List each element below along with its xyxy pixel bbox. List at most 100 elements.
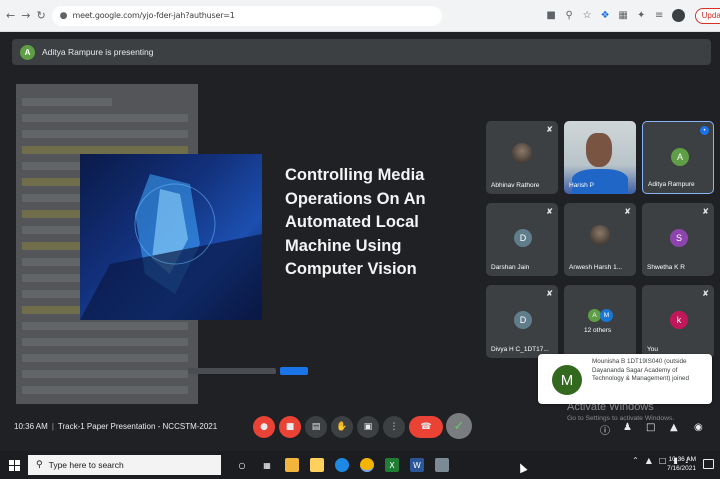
participant-name: Divya H C_1DT17...	[491, 346, 549, 353]
mic-off-icon: ✘	[624, 207, 631, 216]
chrome-icon[interactable]	[360, 458, 374, 472]
participant-tile[interactable]: k ✘ You	[642, 285, 714, 358]
puzzle-icon[interactable]: ✦	[636, 10, 647, 21]
activities-icon[interactable]: ▲	[670, 422, 678, 433]
slide-image	[80, 154, 262, 320]
stop-sharing-button	[280, 367, 308, 375]
participant-tile[interactable]: A M 12 others	[564, 285, 636, 358]
panel-row	[22, 354, 188, 362]
mic-off-icon: ✘	[702, 207, 709, 216]
address-bar[interactable]: ● meet.google.com/yjo-fder-jah?authuser=…	[51, 5, 442, 26]
notification-center-icon[interactable]	[703, 459, 714, 469]
mic-off-icon: ✘	[546, 207, 553, 216]
participant-name: Harish P	[569, 182, 594, 189]
people-icon[interactable]: ♟	[623, 422, 632, 433]
participant-video	[586, 133, 612, 167]
participant-tile[interactable]: Harish P	[564, 121, 636, 194]
avatar: k	[670, 311, 688, 329]
excel-icon[interactable]: X	[385, 458, 399, 472]
update-button[interactable]: Update	[694, 7, 720, 24]
robot-hand-illustration	[80, 174, 262, 320]
store-icon[interactable]	[285, 458, 299, 472]
mic-off-icon: ✘	[702, 289, 709, 298]
meeting-title: Track-1 Paper Presentation - NCCSTM-2021	[57, 422, 218, 431]
participant-name: Anwesh Harsh 1...	[569, 264, 623, 271]
panel-row	[22, 370, 188, 378]
participant-name: Darshan Jain	[491, 264, 530, 271]
participant-tile[interactable]: D ✘ Divya H C_1DT17...	[486, 285, 558, 358]
avatar: D	[514, 229, 532, 247]
participant-name: You	[647, 346, 658, 353]
browser-toolbar: ← → ↻ ● meet.google.com/yjo-fder-jah?aut…	[0, 0, 720, 32]
update-label: Update	[701, 11, 720, 20]
avatar: S	[670, 229, 688, 247]
participant-tile[interactable]: D ✘ Darshan Jain	[486, 203, 558, 276]
end-call-button[interactable]: ☎	[409, 416, 443, 438]
avatar: M	[552, 365, 582, 395]
mic-off-icon: ✘	[546, 125, 553, 134]
extension-icon[interactable]: ❖	[600, 10, 611, 21]
camera-off-icon[interactable]: ■	[279, 416, 301, 438]
participant-tile[interactable]: A • Aditya Rampure	[642, 121, 714, 194]
zoom-icon[interactable]: ⚲	[564, 10, 575, 21]
chevron-up-icon[interactable]: ⌃	[632, 456, 639, 465]
participant-name: Aditya Rampure	[648, 181, 695, 188]
presenting-banner: A Aditya Rampure is presenting	[12, 39, 711, 65]
participant-tile[interactable]: ✘ Abhinav Rathore	[486, 121, 558, 194]
avatar: M	[600, 309, 613, 322]
panel-row	[22, 386, 188, 394]
start-button[interactable]	[0, 451, 28, 479]
notification-text: Mounisha B 1DT19IS040 (outside Dayananda…	[592, 358, 689, 383]
url-text: meet.google.com/yjo-fder-jah?authuser=1	[72, 11, 235, 20]
queue-icon[interactable]: ≡	[654, 10, 665, 21]
lock-icon[interactable]: ◉	[694, 422, 703, 433]
panel-row	[22, 130, 188, 138]
panel-row	[22, 146, 188, 154]
avatar: D	[514, 311, 532, 329]
taskbar-search[interactable]: ⚲ Type here to search	[28, 455, 221, 475]
avatar	[512, 143, 532, 163]
chat-icon[interactable]: □	[646, 422, 655, 433]
clock-time: 10:36 AM	[668, 456, 696, 463]
slide-title: Controlling Media Operations On An Autom…	[285, 166, 426, 278]
network-icon[interactable]: ▲	[646, 456, 652, 465]
cortana-icon[interactable]: ○	[235, 458, 249, 472]
file-explorer-icon[interactable]	[310, 458, 324, 472]
participant-tile[interactable]: ✘ Anwesh Harsh 1...	[564, 203, 636, 276]
checkmark-icon[interactable]: ✓	[446, 413, 472, 439]
app-icon[interactable]	[435, 458, 449, 472]
participant-name: Abhinav Rathore	[491, 182, 540, 189]
join-notification[interactable]: M Mounisha B 1DT19IS040 (outside Dayanan…	[538, 354, 712, 404]
avatar: A	[20, 44, 35, 60]
mic-off-icon[interactable]: ●	[253, 416, 275, 438]
back-icon[interactable]: ←	[6, 9, 15, 23]
search-placeholder: Type here to search	[48, 460, 124, 470]
captions-icon[interactable]: ▤	[305, 416, 327, 438]
present-icon[interactable]: ▣	[357, 416, 379, 438]
cast-icon[interactable]: ■	[546, 10, 557, 21]
panel-row	[22, 338, 188, 346]
shared-caption-bar	[188, 366, 308, 376]
raise-hand-icon[interactable]: ✋	[331, 416, 353, 438]
extension-icon[interactable]: ▦	[618, 10, 629, 21]
speaking-indicator-icon: •	[700, 126, 709, 135]
star-icon[interactable]: ☆	[582, 10, 593, 21]
taskbar-clock[interactable]: 10:36 AM 7/16/2021	[667, 455, 696, 473]
windows-logo-icon	[8, 459, 20, 471]
participant-tile[interactable]: S ✘ Shwetha K R	[642, 203, 714, 276]
windows-taskbar: ⚲ Type here to search ○ ▦ X W ⌃ ▲ □ ▮ ♪ …	[0, 451, 720, 479]
avatar: A	[671, 148, 689, 166]
display-icon[interactable]: □	[659, 456, 667, 465]
profile-avatar[interactable]	[671, 9, 685, 22]
reload-icon[interactable]: ↻	[36, 9, 45, 23]
more-options-icon[interactable]: ⋮	[383, 416, 405, 438]
separator: |	[51, 422, 54, 431]
forward-icon[interactable]: →	[21, 9, 30, 23]
info-icon[interactable]: ⓘ	[600, 422, 610, 437]
edge-icon[interactable]	[335, 458, 349, 472]
search-icon: ⚲	[36, 460, 43, 470]
task-view-icon[interactable]: ▦	[260, 458, 274, 472]
clock-date: 7/16/2021	[667, 465, 696, 472]
meeting-info: 10:36 AM | Track-1 Paper Presentation - NC…	[14, 422, 217, 431]
word-icon[interactable]: W	[410, 458, 424, 472]
